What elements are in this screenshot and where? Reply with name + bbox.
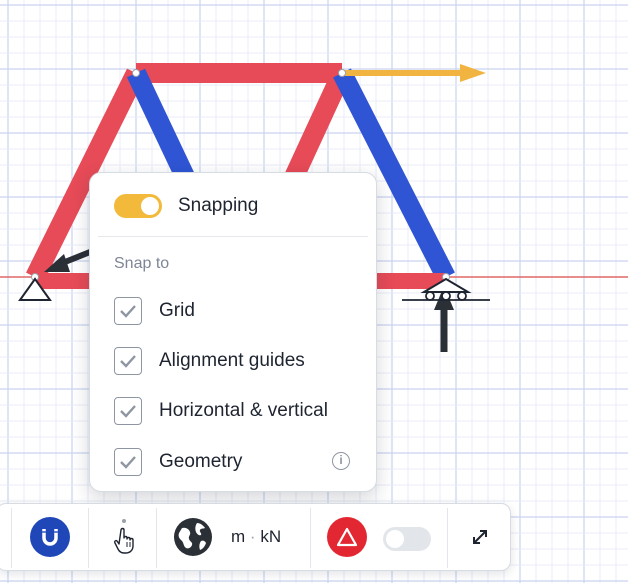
toolbar-separator bbox=[11, 508, 12, 568]
option-grid[interactable]: Grid bbox=[114, 296, 354, 326]
more-vertical-icon bbox=[114, 519, 134, 554]
horizontal-vertical-checkbox[interactable] bbox=[114, 397, 142, 425]
toolbar-separator bbox=[156, 508, 157, 568]
snapping-popup: Snapping Snap to Grid Alignment guides H… bbox=[89, 172, 377, 492]
force-unit: kN bbox=[260, 527, 282, 546]
length-unit: m bbox=[231, 527, 246, 546]
units-label: m · kN bbox=[231, 527, 281, 547]
magnet-icon bbox=[42, 529, 58, 546]
snapping-label: Snapping bbox=[178, 195, 259, 216]
snapping-button[interactable] bbox=[30, 517, 70, 557]
units-button[interactable]: m · kN bbox=[173, 516, 295, 558]
info-icon[interactable]: i bbox=[332, 452, 350, 470]
divider bbox=[98, 236, 368, 237]
checkmark-icon bbox=[120, 456, 136, 469]
snap-to-title: Snap to bbox=[114, 255, 170, 272]
grid-checkbox[interactable] bbox=[114, 297, 142, 325]
node-top-right[interactable] bbox=[338, 69, 346, 77]
warning-triangle-icon bbox=[336, 527, 358, 547]
checkmark-icon bbox=[120, 355, 136, 368]
toggle-knob bbox=[141, 197, 159, 215]
option-label: Geometry bbox=[159, 451, 243, 472]
option-label: Alignment guides bbox=[159, 350, 305, 371]
warnings-toggle[interactable] bbox=[383, 527, 431, 551]
toolbar-separator bbox=[88, 508, 89, 568]
expand-icon bbox=[473, 530, 487, 544]
alignment-guides-checkbox[interactable] bbox=[114, 347, 142, 375]
snapping-options-button[interactable] bbox=[105, 518, 145, 558]
bottom-toolbar: m · kN bbox=[0, 503, 511, 571]
unit-separator: · bbox=[249, 527, 256, 546]
toolbar-separator bbox=[310, 508, 311, 568]
fullscreen-button[interactable] bbox=[466, 523, 494, 551]
option-horizontal-vertical[interactable]: Horizontal & vertical bbox=[114, 396, 354, 426]
option-label: Horizontal & vertical bbox=[159, 400, 328, 421]
option-alignment-guides[interactable]: Alignment guides bbox=[114, 346, 354, 376]
option-label: Grid bbox=[159, 300, 195, 321]
globe-icon bbox=[174, 518, 212, 556]
geometry-checkbox[interactable] bbox=[114, 448, 142, 476]
toggle-knob bbox=[386, 530, 404, 548]
node-top-left[interactable] bbox=[132, 69, 140, 77]
hand-cursor-icon bbox=[114, 527, 134, 554]
option-geometry[interactable]: Geometry bbox=[114, 447, 354, 477]
checkmark-icon bbox=[120, 305, 136, 318]
snapping-toggle[interactable] bbox=[114, 194, 162, 218]
snapping-toggle-row[interactable]: Snapping bbox=[114, 193, 258, 219]
toolbar-separator bbox=[447, 508, 448, 568]
checkmark-icon bbox=[120, 405, 136, 418]
warnings-button[interactable] bbox=[327, 517, 367, 557]
applied-load-arrow[interactable] bbox=[344, 64, 486, 82]
